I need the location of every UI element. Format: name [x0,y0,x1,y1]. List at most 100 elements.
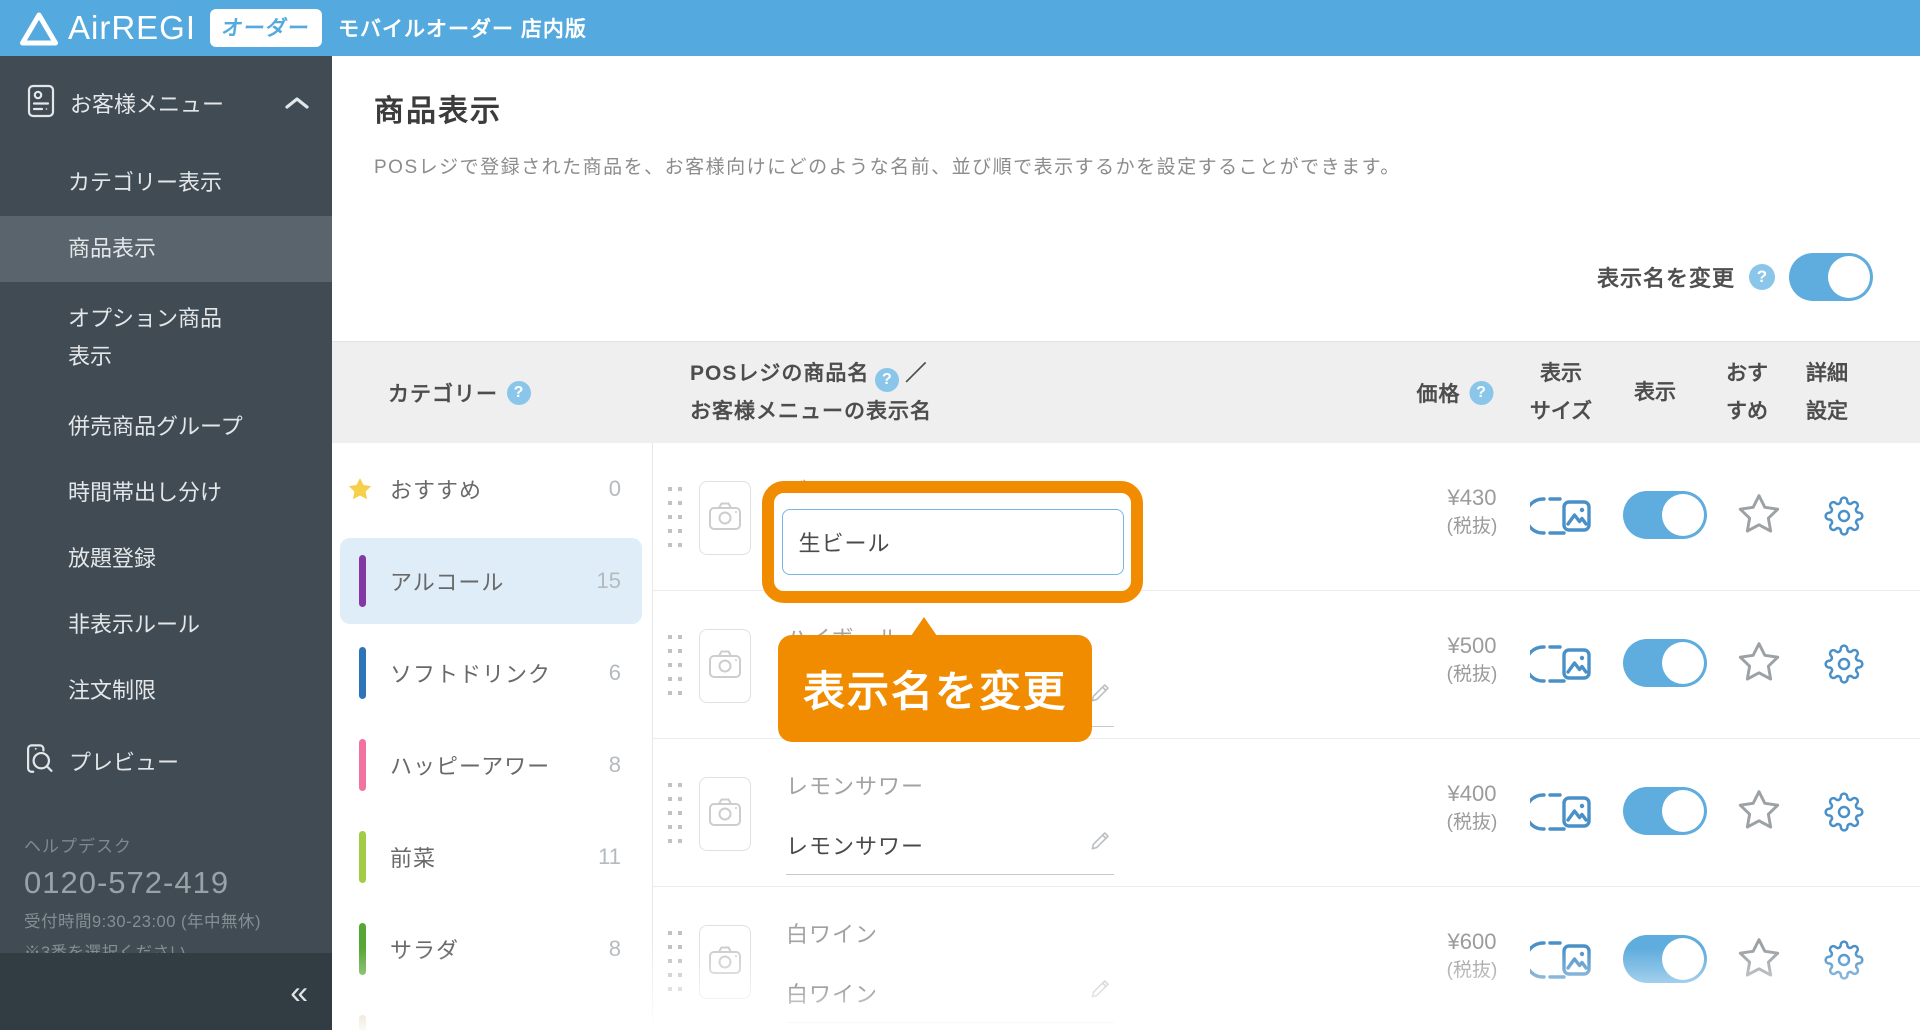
category-color-bar [359,831,366,883]
price: ¥400 (税抜) [1412,779,1532,836]
category-count: 8 [608,752,621,777]
category-item[interactable]: サラダ 8 [332,903,652,995]
helpdesk-hours: 受付時間9:30-23:00 (年中無休) [24,913,261,931]
category-item[interactable] [332,995,652,1030]
recommend-star-icon[interactable] [1734,785,1784,835]
column-header-category: カテゴリー? [388,342,531,443]
display-size-icon[interactable] [1530,790,1592,834]
price-value: ¥500 [1447,633,1497,658]
display-name-field[interactable]: レモンサワー [786,829,1114,875]
category-item[interactable]: おすすめ 0 [332,443,652,535]
category-name: 前菜 [390,846,437,871]
column-header-recommend: おす すめ [1726,362,1768,423]
sidebar-item-label: 併売商品グループ [68,414,243,439]
camera-icon [707,942,743,983]
sidebar-item[interactable]: 時間帯出し分け [0,460,332,526]
display-size-icon[interactable] [1530,642,1592,686]
drag-handle-icon[interactable] [668,635,682,695]
edit-pencil-icon[interactable] [1088,827,1114,853]
sidebar-item[interactable]: 併売商品グループ [0,394,332,460]
display-size-icon[interactable] [1530,494,1592,538]
sidebar-item-preview[interactable]: プレビュー [0,724,332,798]
rename-toggle-row: 表示名を変更 ? [1597,253,1873,301]
tax-note: (税抜) [1446,960,1498,981]
drag-handle-icon[interactable] [668,931,682,991]
rename-tooltip: 表示名を変更 [778,617,1092,742]
brand-wordmark: AirREGI [68,9,197,46]
sidebar-item-label: 時間帯出し分け [68,480,223,505]
menu-card-icon [24,82,58,125]
display-name-field[interactable]: 白ワイン [786,977,1114,1023]
sidebar-item[interactable]: 非表示ルール [0,592,332,658]
category-name: アルコール [390,570,505,595]
visibility-toggle[interactable] [1623,491,1707,539]
help-question-icon[interactable]: ? [507,380,531,405]
pos-product-name: レモンサワー [786,774,925,799]
visibility-toggle[interactable] [1623,787,1707,835]
photo-placeholder[interactable] [699,925,751,999]
category-name: おすすめ [390,478,483,503]
preview-phone-search-icon [23,741,57,782]
toggle-knob [1662,938,1704,980]
visibility-toggle[interactable] [1623,935,1707,983]
visibility-toggle[interactable] [1623,639,1707,687]
camera-icon [707,498,743,539]
collapse-sidebar-button[interactable]: « [290,976,308,1008]
recommend-star-icon[interactable] [1734,933,1784,983]
sidebar-item[interactable]: 注文制限 [0,658,332,724]
category-count: 6 [608,660,621,685]
page-title: 商品表示 [374,95,502,128]
app-window: AirREGI オーダー モバイルオーダー 店内版 お客様メニュー カテゴリー表… [0,0,1920,1030]
help-question-icon[interactable]: ? [1749,264,1775,290]
category-count: 0 [608,476,621,501]
category-item[interactable]: 前菜 11 [332,811,652,903]
toggle-knob [1662,790,1704,832]
sidebar-preview-label: プレビュー [69,750,180,775]
sidebar-item[interactable]: オプション商品 表示 [0,282,332,394]
help-question-icon[interactable]: ? [875,368,900,392]
photo-placeholder[interactable] [699,481,751,555]
category-list: おすすめ 0 アルコール 15 ソフトドリンク 6 ハッピーアワー 8 前菜 1… [332,443,653,1030]
category-count: 11 [598,844,621,869]
airregi-logo-icon [20,12,58,46]
column-header-display-size: 表示 サイズ [1529,362,1593,423]
category-item[interactable]: アルコール 15 [332,535,652,627]
photo-placeholder[interactable] [699,629,751,703]
display-name-input[interactable] [781,509,1124,575]
help-question-icon[interactable]: ? [1469,380,1494,405]
rename-toggle[interactable] [1789,253,1873,301]
sidebar-item-label: 商品表示 [68,236,157,261]
drag-handle-icon[interactable] [668,487,682,547]
detail-settings-gear-icon[interactable] [1824,644,1864,684]
column-header-product-name: POSレジの商品名? ／ お客様メニューの表示名 [690,362,932,423]
sidebar-section-customer-menu[interactable]: お客様メニュー [0,56,332,150]
price-value: ¥600 [1447,929,1497,954]
recommend-star-icon[interactable] [1734,489,1784,539]
column-header-detail-settings: 詳細 設定 [1806,362,1848,423]
toggle-knob [1828,256,1870,298]
pos-product-name: 白ワイン [786,922,879,947]
drag-handle-icon[interactable] [668,783,682,843]
category-item[interactable]: ソフトドリンク 6 [332,627,652,719]
display-size-icon[interactable] [1530,938,1592,982]
edit-pencil-icon[interactable] [1088,975,1114,1001]
toggle-knob [1662,494,1704,536]
category-count: 15 [596,568,621,593]
recommend-star-icon[interactable] [1734,637,1784,687]
product-row: 白ワイン 白ワイン ¥600 (税抜) [653,887,1920,1030]
photo-placeholder[interactable] [699,777,751,851]
detail-settings-gear-icon[interactable] [1824,496,1864,536]
sidebar-item[interactable]: 放題登録 [0,526,332,592]
sidebar-item[interactable]: カテゴリー表示 [0,150,332,216]
tax-note: (税抜) [1446,812,1498,833]
helpdesk-info: ヘルプデスク 0120-572-419 受付時間9:30-23:00 (年中無休… [24,832,261,963]
detail-settings-gear-icon[interactable] [1824,792,1864,832]
sidebar-collapse-bar: « [0,953,332,1030]
price: ¥430 (税抜) [1412,483,1532,540]
sidebar-item[interactable]: 商品表示 [0,216,332,282]
page-description: POSレジで登録された商品を、お客様向けにどのような名前、並び順で表示するかを設… [374,157,1401,178]
category-color-bar [359,1015,366,1030]
recommend-star-icon [345,474,375,504]
category-item[interactable]: ハッピーアワー 8 [332,719,652,811]
detail-settings-gear-icon[interactable] [1824,940,1864,980]
